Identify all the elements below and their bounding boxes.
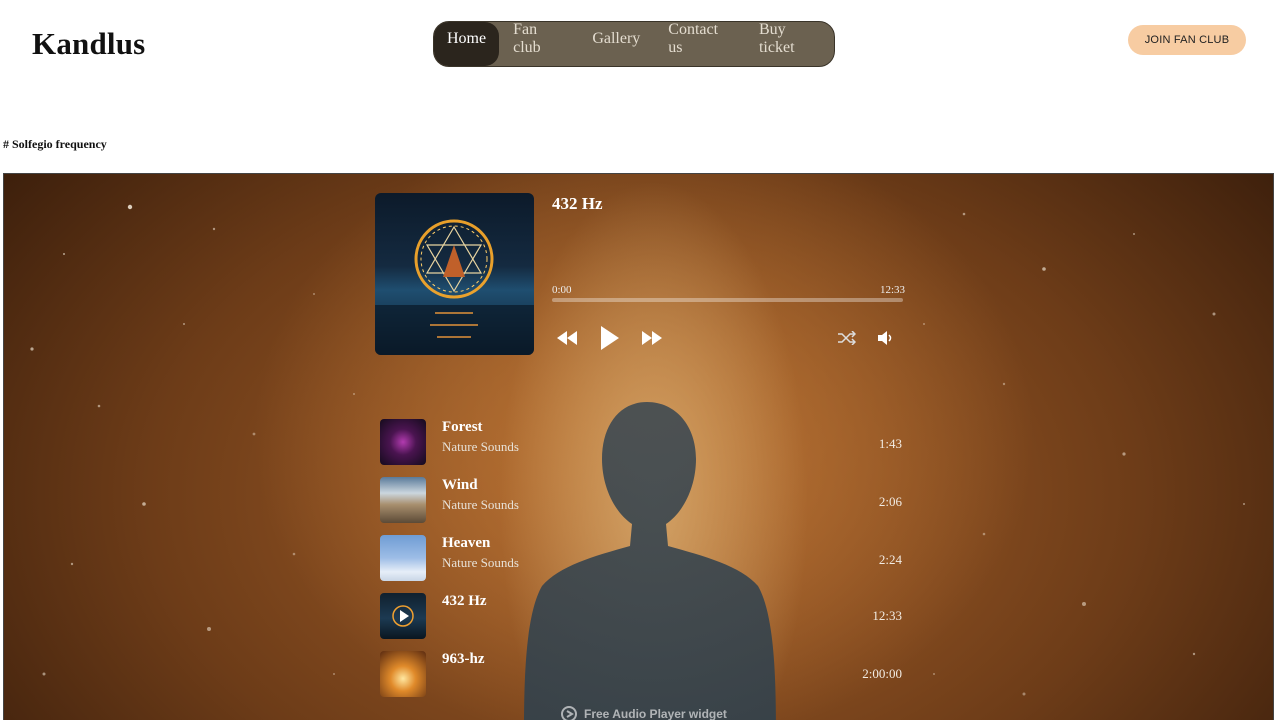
- album-cover: [375, 193, 534, 355]
- track-artist: Nature Sounds: [442, 439, 519, 454]
- playlist-item-432-hz[interactable]: 432 Hz 12:33: [380, 593, 902, 641]
- track-duration: 12:33: [872, 608, 902, 623]
- volume-icon: [878, 331, 892, 345]
- now-playing-title: 432 Hz: [552, 194, 603, 213]
- playlist-item-wind[interactable]: Wind Nature Sounds 2:06: [380, 477, 902, 525]
- track-thumbnail: [380, 535, 426, 581]
- track-thumbnail: [380, 419, 426, 465]
- shuffle-button[interactable]: [837, 328, 857, 348]
- track-title: Heaven: [442, 535, 491, 551]
- track-thumbnail: [380, 651, 426, 697]
- current-time: 0:00: [552, 284, 572, 296]
- join-fan-club-button[interactable]: JOIN FAN CLUB: [1128, 25, 1246, 55]
- playlist-item-forest[interactable]: Forest Nature Sounds 1:43: [380, 419, 902, 467]
- fast-forward-button[interactable]: [640, 328, 664, 348]
- track-duration: 2:00:00: [862, 666, 902, 681]
- fast-forward-icon: [642, 331, 662, 345]
- rewind-icon: [557, 331, 577, 345]
- main-nav: Home Fan club Gallery Contact us Buy tic…: [433, 21, 835, 67]
- audio-player-widget: 432 Hz 0:00 12:33 Forest Nature Sounds 1…: [3, 173, 1274, 720]
- rewind-button[interactable]: [555, 328, 579, 348]
- track-title: 432 Hz: [442, 593, 487, 609]
- play-button[interactable]: [597, 324, 621, 352]
- play-icon: [600, 326, 619, 350]
- track-artist: Nature Sounds: [442, 497, 519, 512]
- track-thumbnail: [380, 593, 426, 639]
- track-duration: 2:06: [878, 494, 902, 509]
- nav-item-buy-ticket[interactable]: Buy ticket: [745, 22, 834, 66]
- site-logo[interactable]: Kandlus: [32, 26, 145, 62]
- track-artist: Nature Sounds: [442, 555, 519, 570]
- track-thumbnail: [380, 477, 426, 523]
- track-duration: 2:24: [878, 552, 902, 567]
- play-overlay-icon: [392, 605, 414, 627]
- track-title: Forest: [442, 419, 483, 435]
- player-logo-icon: [561, 706, 577, 720]
- playlist-item-heaven[interactable]: Heaven Nature Sounds 2:24: [380, 535, 902, 583]
- track-title: 963-hz: [442, 651, 485, 667]
- track-duration: 1:43: [878, 436, 902, 451]
- nav-item-home[interactable]: Home: [434, 22, 500, 66]
- widget-branding-label: Free Audio Player widget: [584, 707, 727, 720]
- cover-art-image: [375, 219, 534, 355]
- widget-branding[interactable]: Free Audio Player widget: [560, 705, 727, 720]
- total-time: 12:33: [880, 284, 906, 296]
- track-title: Wind: [442, 477, 478, 493]
- section-heading: # Solfegio frequency: [3, 137, 107, 151]
- progress-bar[interactable]: [552, 298, 903, 302]
- nav-item-gallery[interactable]: Gallery: [578, 22, 654, 66]
- volume-button[interactable]: [876, 328, 896, 348]
- playlist-item-963-hz[interactable]: 963-hz 2:00:00: [380, 651, 902, 699]
- nav-item-contact-us[interactable]: Contact us: [654, 22, 745, 66]
- nav-item-fan-club[interactable]: Fan club: [499, 22, 578, 66]
- shuffle-icon: [838, 331, 856, 345]
